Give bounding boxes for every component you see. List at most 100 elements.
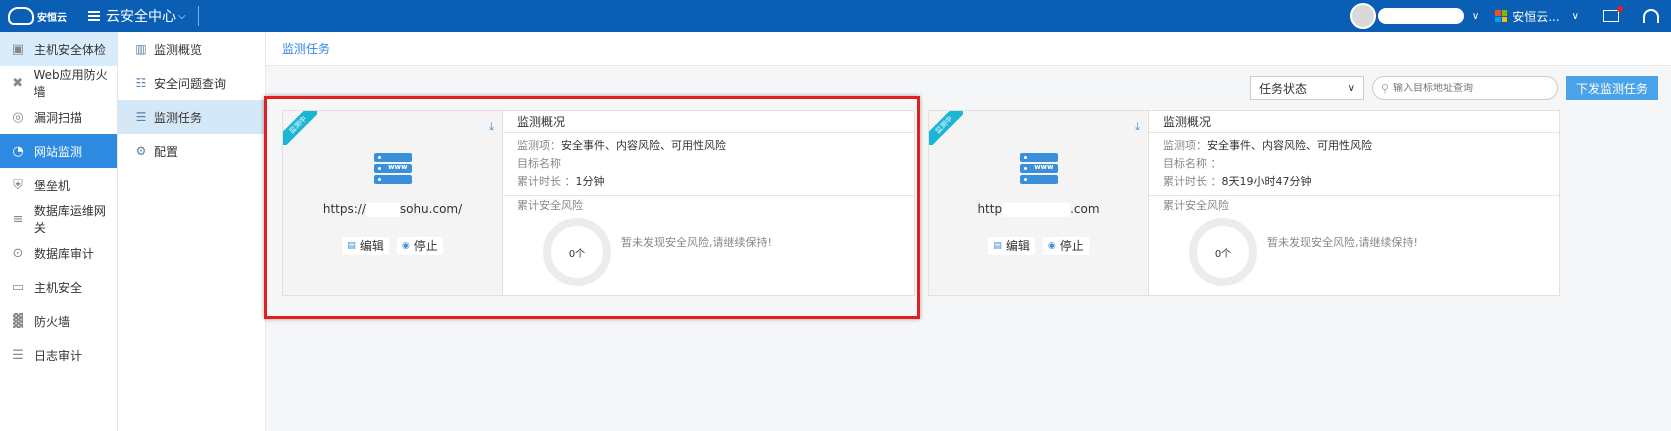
host-icon: ▭ — [11, 279, 25, 295]
overview-info: 监测项：安全事件、内容风险、可用性风险 目标名称 累计时长 ：1分钟 — [503, 133, 914, 196]
sidebar-item-firewall[interactable]: ▓ 防火墙 — [0, 304, 117, 338]
mail-icon[interactable] — [1603, 6, 1623, 22]
main-sidebar: ▣ 主机安全体检 ✖ Web应用防火墙 ◎ 漏洞扫描 ◔ 网站监测 ⛨ 堡垒机 … — [0, 32, 118, 431]
download-icon[interactable]: ⤓ — [1135, 120, 1140, 134]
topbar-right: ∨ 安恒云... ∨ — [1349, 0, 1671, 32]
server-icon — [1019, 153, 1058, 186]
subnav-item-issue-query[interactable]: ☷ 安全问题查询 — [118, 66, 265, 100]
logo[interactable]: 安恒云 — [8, 7, 74, 25]
target-search-input[interactable] — [1393, 82, 1544, 94]
host-check-icon: ▣ — [11, 41, 25, 57]
subnav-item-monitor-tasks[interactable]: ☰ 监测任务 — [118, 100, 265, 134]
bastion-icon: ⛨ — [13, 177, 23, 193]
org-chevron-down-icon[interactable]: ∨ — [1572, 11, 1579, 22]
monitor-task-card: 监测中 ⤓ https://sohu.com/ ▤ 编辑 ◉ 停止 监测概况 — [282, 110, 915, 296]
risk-summary: 0个 暂未发现安全风险,请继续保持! — [1149, 218, 1559, 286]
risk-title: 累计安全风险 — [517, 199, 583, 212]
task-list-icon: ☰ — [135, 110, 147, 124]
org-grid-icon — [1495, 10, 1508, 22]
sidebar-item-label: 防火墙 — [34, 314, 71, 329]
card-actions: ▤ 编辑 ◉ 停止 — [338, 236, 446, 255]
risk-message: 暂未发现安全风险,请继续保持! — [1267, 236, 1418, 249]
risk-count-ring: 0个 — [543, 218, 611, 286]
overview-title: 监测概况 — [1149, 111, 1559, 133]
scan-icon: ◎ — [12, 109, 24, 125]
risk-count-ring: 0个 — [1189, 218, 1257, 286]
status-ribbon: 监测中 — [283, 111, 317, 145]
card-site-panel: 监测中 ⤓ http.com ▤ 编辑 ◉ 停止 — [929, 111, 1149, 295]
task-status-value: 任务状态 — [1258, 81, 1307, 96]
target-search-box[interactable]: ⚲ — [1371, 76, 1558, 100]
risk-summary: 0个 暂未发现安全风险,请继续保持! — [503, 218, 914, 286]
gear-icon: ⚙ — [135, 144, 147, 158]
chevron-down-icon: ∨ — [1347, 82, 1355, 94]
sidebar-item-label: 堡垒机 — [34, 178, 71, 193]
log-icon: ☰ — [12, 347, 24, 363]
sidebar-item-label: 数据库运维网关 — [33, 204, 106, 235]
sidebar-item-host-security[interactable]: ▭ 主机安全 — [0, 270, 117, 304]
db-audit-icon: ⊙ — [12, 245, 24, 261]
risk-title: 累计安全风险 — [1163, 199, 1229, 212]
sidebar-item-label: 漏洞扫描 — [34, 110, 83, 125]
sidebar-item-bastion[interactable]: ⛨ 堡垒机 — [0, 168, 117, 202]
org-switcher[interactable]: 安恒云... — [1512, 8, 1559, 25]
subnav-item-label: 配置 — [154, 144, 179, 159]
pause-icon: ◉ — [1047, 240, 1056, 251]
duration-row: 累计时长 ：1分钟 — [517, 175, 605, 188]
subnav-item-overview[interactable]: ▥ 监测概览 — [118, 32, 265, 66]
card-site-panel: 监测中 ⤓ https://sohu.com/ ▤ 编辑 ◉ 停止 — [283, 111, 503, 295]
chart-icon: ▥ — [135, 42, 147, 56]
user-chevron-down-icon[interactable]: ∨ — [1472, 11, 1479, 22]
sidebar-item-host-check[interactable]: ▣ 主机安全体检 — [0, 32, 117, 66]
monitor-icon: ◔ — [12, 143, 24, 159]
server-icon — [373, 153, 412, 186]
product-menu-label: 云安全中心 — [106, 9, 176, 25]
download-icon[interactable]: ⤓ — [489, 120, 494, 134]
sidebar-item-vuln-scan[interactable]: ◎ 漏洞扫描 — [0, 100, 117, 134]
top-bar: 安恒云 云安全中心 ⌵ ∨ 安恒云... ∨ — [0, 0, 1671, 32]
username-redacted[interactable] — [1377, 8, 1464, 24]
hamburger-icon — [88, 9, 100, 23]
monitor-items-row: 监测项：安全事件、内容风险、可用性风险 — [1163, 139, 1372, 152]
overview-info: 监测项：安全事件、内容风险、可用性风险 目标名称 ： 累计时长 ：8天19小时4… — [1149, 133, 1559, 196]
product-menu-button[interactable]: 云安全中心 ⌵ — [88, 6, 186, 26]
edit-button[interactable]: ▤ 编辑 — [342, 236, 389, 255]
sidebar-item-db-gateway[interactable]: ≡ 数据库运维网关 — [0, 202, 117, 236]
card-overview-panel: 监测概况 监测项：安全事件、内容风险、可用性风险 目标名称 ： 累计时长 ：8天… — [1149, 111, 1559, 295]
search-icon: ⚲ — [1380, 81, 1390, 95]
stop-button[interactable]: ◉ 停止 — [396, 236, 443, 255]
stop-button[interactable]: ◉ 停止 — [1042, 236, 1089, 255]
sidebar-item-log-audit[interactable]: ☰ 日志审计 — [0, 338, 117, 372]
notification-dot — [1617, 6, 1623, 12]
logo-text: 安恒云 — [37, 12, 67, 24]
issue-monitor-task-button[interactable]: 下发监测任务 — [1565, 76, 1658, 100]
subnav-item-label: 安全问题查询 — [154, 76, 227, 91]
breadcrumb-current[interactable]: 监测任务 — [282, 40, 330, 57]
overview-title: 监测概况 — [503, 111, 914, 133]
cloud-logo-icon — [8, 7, 34, 25]
task-status-select[interactable]: 任务状态 ∨ — [1249, 76, 1364, 100]
pause-icon: ◉ — [401, 240, 410, 251]
toolbar: 任务状态 ∨ ⚲ 下发监测任务 — [1249, 76, 1658, 100]
edit-icon: ▤ — [993, 240, 1002, 251]
edit-button[interactable]: ▤ 编辑 — [988, 236, 1035, 255]
subnav-item-config[interactable]: ⚙ 配置 — [118, 134, 265, 168]
sidebar-item-label: Web应用防火墙 — [33, 68, 108, 99]
avatar[interactable] — [1349, 3, 1376, 29]
target-url: https://sohu.com/ — [322, 202, 463, 217]
sidebar-item-label: 数据库审计 — [34, 246, 95, 261]
headset-icon[interactable] — [1643, 9, 1659, 23]
risk-message: 暂未发现安全风险,请继续保持! — [621, 236, 772, 249]
sidebar-item-label: 主机安全体检 — [34, 42, 107, 57]
sub-sidebar: ▥ 监测概览 ☷ 安全问题查询 ☰ 监测任务 ⚙ 配置 — [118, 32, 266, 431]
card-overview-panel: 监测概况 监测项：安全事件、内容风险、可用性风险 目标名称 累计时长 ：1分钟 … — [503, 111, 914, 295]
subnav-item-label: 监测任务 — [154, 110, 203, 125]
sidebar-item-label: 主机安全 — [34, 280, 83, 295]
list-icon: ☷ — [135, 76, 147, 90]
main-content: 监测任务 任务状态 ∨ ⚲ 下发监测任务 监测中 ⤓ https://sohu.… — [266, 32, 1671, 431]
target-name-row: 目标名称 — [517, 157, 561, 170]
sidebar-item-site-monitor[interactable]: ◔ 网站监测 — [0, 134, 117, 168]
sidebar-item-waf[interactable]: ✖ Web应用防火墙 — [0, 66, 117, 100]
sidebar-item-db-audit[interactable]: ⊙ 数据库审计 — [0, 236, 117, 270]
status-ribbon: 监测中 — [929, 111, 963, 145]
